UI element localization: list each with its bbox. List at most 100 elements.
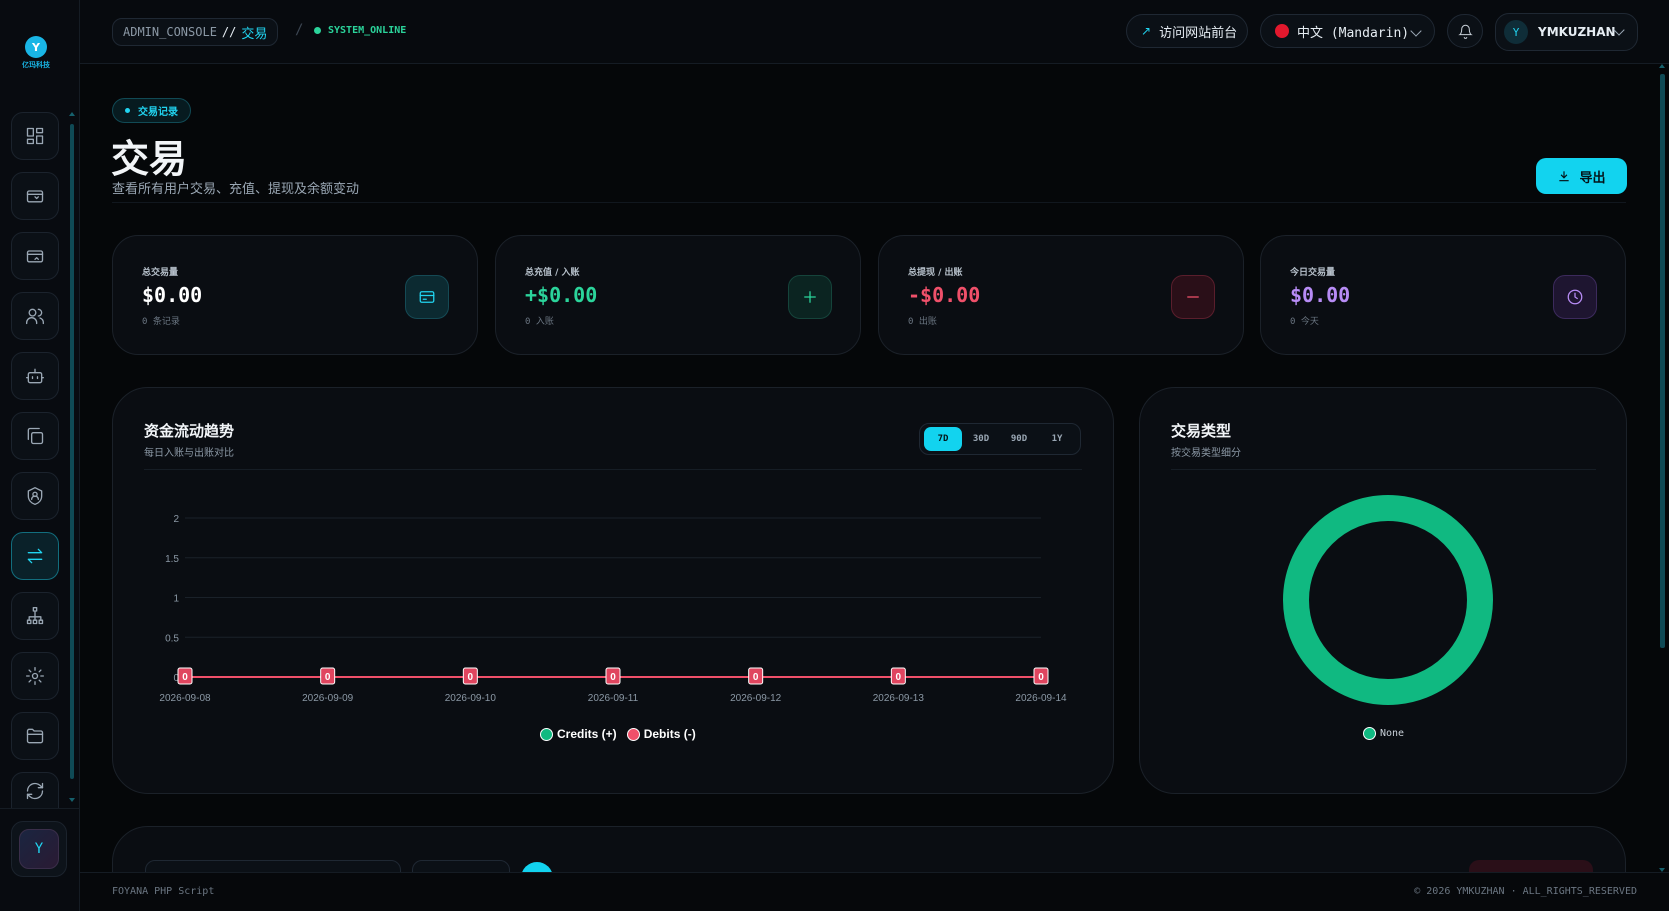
footer-brand: FOYANA PHP Script	[112, 886, 215, 897]
card-icon	[419, 291, 435, 303]
stat-label: 总交易量	[142, 268, 179, 278]
stat-subtext: 0 条记录	[142, 317, 180, 327]
main-scrollbar[interactable]	[1659, 64, 1665, 872]
header-divider: /	[295, 22, 304, 38]
stat-value: -$0.00	[908, 283, 981, 307]
scroll-thumb[interactable]	[1660, 74, 1665, 648]
sidebar-item-sync[interactable]	[11, 772, 59, 808]
folder-icon	[26, 728, 44, 744]
data-label: 0	[610, 672, 616, 683]
network-icon	[26, 607, 44, 625]
copy-icon	[27, 427, 44, 445]
footer-copyright: © 2026 YMKUZHAN · ALL_RIGHTS_RESERVED	[1414, 886, 1637, 897]
sidebar-item-bots[interactable]	[11, 352, 59, 400]
stat-label: 总提现 / 出账	[908, 268, 963, 278]
x-tick-label: 2026-09-10	[445, 693, 497, 704]
page-footer: FOYANA PHP Script © 2026 YMKUZHAN · ALL_…	[80, 872, 1669, 911]
x-tick-label: 2026-09-12	[730, 693, 782, 704]
visit-site-button[interactable]: ↗ 访问网站前台	[1126, 14, 1248, 48]
sidebar-item-files[interactable]	[11, 712, 59, 760]
legend-credits[interactable]: Credits (+)	[557, 727, 617, 741]
legend-none[interactable]: None	[1380, 728, 1404, 739]
sidebar-item-copy[interactable]	[11, 412, 59, 460]
system-status: SYSTEM_ONLINE	[314, 25, 406, 36]
brand-logo[interactable]: Y 亿玛科技	[20, 36, 52, 72]
stat-value: $0.00	[142, 283, 203, 307]
user-avatar: Y	[1504, 20, 1528, 44]
shield-user-icon	[27, 487, 43, 505]
x-tick-label: 2026-09-13	[873, 693, 925, 704]
breadcrumb-root[interactable]: ADMIN_CONSOLE	[123, 25, 217, 39]
type-legend: None	[1363, 727, 1404, 740]
credits-swatch-icon	[540, 727, 553, 741]
y-tick-label: 1.5	[165, 554, 179, 565]
tag-dot-icon	[125, 108, 130, 113]
stat-icon-box	[1171, 275, 1215, 319]
x-tick-label: 2026-09-08	[159, 693, 211, 704]
divider	[112, 202, 1626, 203]
status-text: SYSTEM_ONLINE	[328, 25, 407, 36]
bot-icon	[26, 368, 44, 384]
scroll-down-arrow[interactable]	[69, 798, 75, 802]
stat-label: 今日交易量	[1290, 268, 1336, 278]
scroll-up-arrow[interactable]	[69, 112, 75, 116]
stat-icon-box	[405, 275, 449, 319]
legend-debits[interactable]: Debits (-)	[644, 727, 696, 741]
data-label: 0	[896, 672, 902, 683]
user-menu-button[interactable]: Y YMKUZHAN	[1495, 13, 1638, 51]
x-tick-label: 2026-09-14	[1015, 693, 1067, 704]
chevron-down-icon	[1410, 25, 1422, 37]
scroll-thumb[interactable]	[70, 124, 74, 779]
bell-icon	[1457, 24, 1473, 39]
stat-card-total-debits: 总提现 / 出账 -$0.00 0 出账	[878, 235, 1244, 355]
breadcrumb: ADMIN_CONSOLE // 交易	[112, 18, 279, 46]
sidebar-scrollbar[interactable]	[69, 112, 75, 802]
type-chart-panel: 交易类型 按交易类型细分 None	[1139, 387, 1627, 794]
sidebar-item-transactions[interactable]	[11, 532, 59, 580]
logo-mark: Y	[25, 36, 47, 58]
users-icon	[26, 308, 44, 325]
notifications-button[interactable]	[1447, 14, 1483, 48]
none-swatch-icon	[1363, 727, 1376, 740]
export-label: 导出	[1579, 170, 1606, 186]
sidebar-item-dashboard[interactable]	[11, 112, 59, 160]
data-label: 0	[325, 672, 331, 683]
data-label: 0	[468, 672, 474, 683]
language-label: 中文 (Mandarin)	[1297, 25, 1410, 41]
section-tag-label: 交易记录	[138, 107, 178, 118]
data-label: 0	[753, 672, 759, 683]
stat-card-total-volume: 总交易量 $0.00 0 条记录	[112, 235, 478, 355]
page-subtitle: 查看所有用户交易、充值、提现及余额变动	[112, 182, 360, 197]
export-button[interactable]: 导出	[1536, 158, 1627, 194]
data-label: 0	[182, 672, 188, 683]
page-title: 交易	[111, 137, 188, 181]
y-tick-label: 0.5	[165, 633, 179, 644]
stat-subtext: 0 入账	[525, 317, 554, 327]
china-flag-icon	[1275, 24, 1289, 38]
avatar: Y	[19, 829, 59, 869]
status-dot-icon	[314, 27, 321, 34]
visit-site-label: 访问网站前台	[1159, 25, 1238, 41]
x-tick-label: 2026-09-09	[302, 693, 354, 704]
sidebar-item-security[interactable]	[11, 472, 59, 520]
sidebar-item-settings[interactable]	[11, 652, 59, 700]
language-select[interactable]: 中文 (Mandarin)	[1260, 14, 1435, 48]
sidebar-item-withdrawals[interactable]	[11, 232, 59, 280]
x-tick-label: 2026-09-11	[588, 693, 639, 704]
sidebar-item-users[interactable]	[11, 292, 59, 340]
stat-card-total-credits: 总充值 / 入账 +$0.00 0 入账	[495, 235, 861, 355]
y-tick-label: 2	[173, 514, 179, 525]
settings-icon	[26, 667, 44, 685]
stat-subtext: 0 今天	[1290, 317, 1319, 327]
donut-slice	[1283, 495, 1493, 705]
stat-value: $0.00	[1290, 283, 1351, 307]
sidebar: Y 亿玛科技 Y	[0, 0, 80, 911]
sidebar-item-deposits[interactable]	[11, 172, 59, 220]
plus-icon	[804, 291, 816, 303]
scroll-up-arrow[interactable]	[1659, 64, 1665, 68]
sidebar-item-network[interactable]	[11, 592, 59, 640]
sidebar-footer: Y	[0, 808, 80, 911]
sidebar-avatar-button[interactable]: Y	[11, 821, 67, 877]
debits-swatch-icon	[626, 727, 640, 741]
section-tag: 交易记录	[112, 98, 191, 123]
